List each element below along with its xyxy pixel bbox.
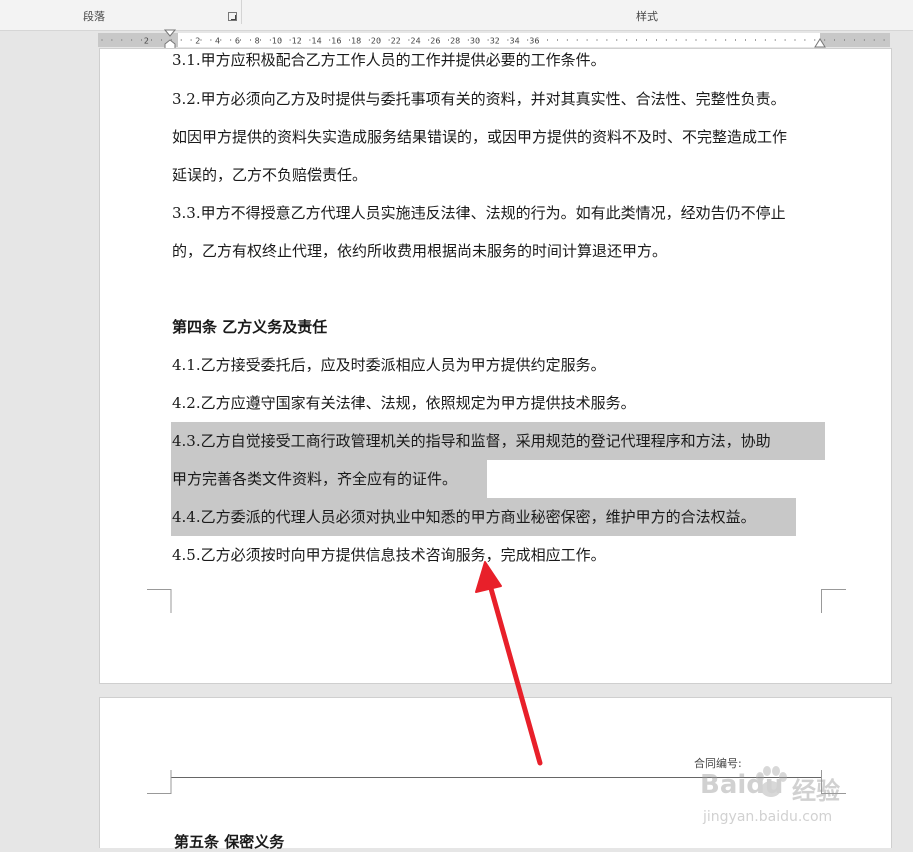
watermark-url: jingyan.baidu.com: [703, 809, 833, 825]
watermark-brand: Baidu: [700, 770, 784, 800]
baidu-jingyan-watermark: Baidu 经验 jingyan.baidu.com: [690, 765, 870, 837]
watermark-cn: 经验: [792, 777, 840, 805]
annotation-arrow-icon: [475, 561, 543, 766]
